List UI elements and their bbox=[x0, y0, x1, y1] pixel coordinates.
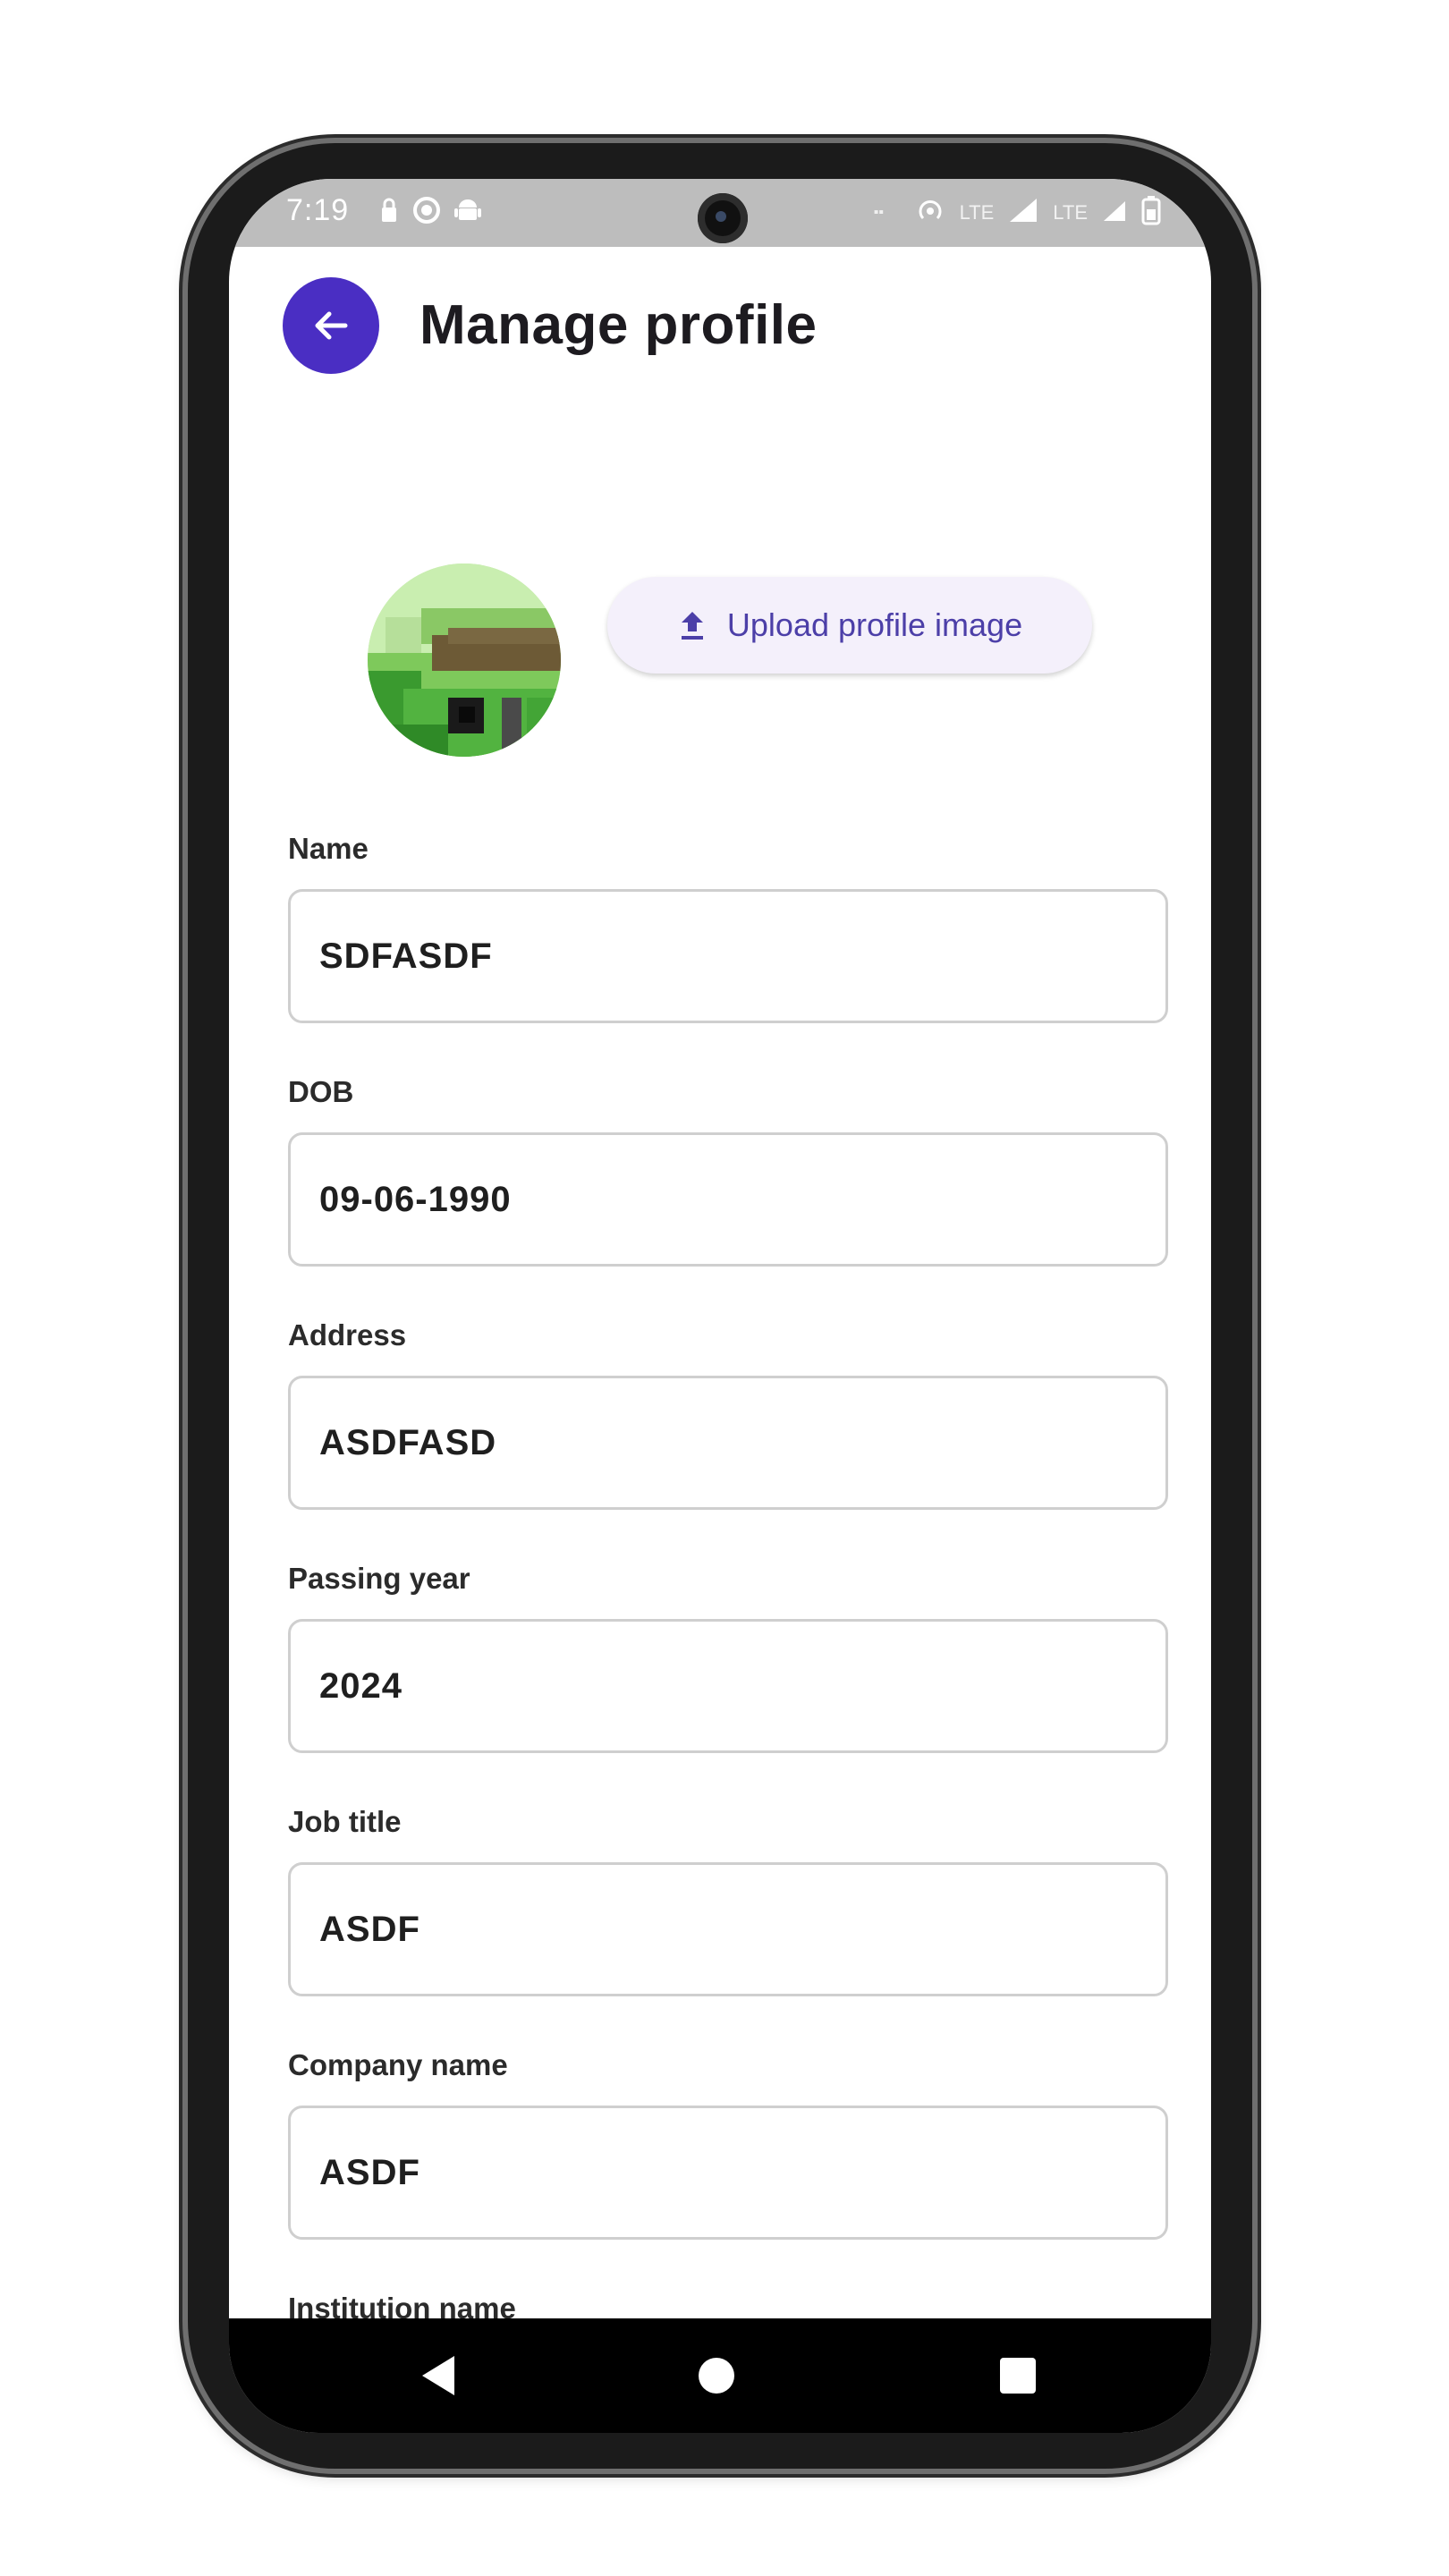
arrow-left-icon bbox=[315, 311, 348, 340]
nav-back-icon[interactable] bbox=[422, 2356, 454, 2395]
whatsapp-icon bbox=[411, 195, 442, 233]
nav-recents-icon[interactable] bbox=[1000, 2358, 1036, 2394]
android-icon bbox=[454, 195, 481, 233]
address-value: ASDFASD bbox=[319, 1422, 497, 1462]
status-time: 7:19 bbox=[286, 193, 350, 227]
lock-icon bbox=[379, 196, 399, 233]
page-title: Manage profile bbox=[419, 294, 818, 356]
status-notification-icons bbox=[379, 195, 481, 233]
screen: 7:19 ▪▪ LTE LTE Manage profile Upload pr… bbox=[229, 179, 1211, 2433]
address-field[interactable]: ASDFASD bbox=[288, 1376, 1168, 1510]
job-title-label: Job title bbox=[288, 1805, 402, 1838]
front-camera bbox=[698, 193, 748, 243]
system-navigation-bar bbox=[229, 2318, 1211, 2433]
company-name-field[interactable]: ASDF bbox=[288, 2106, 1168, 2240]
phone-frame: 7:19 ▪▪ LTE LTE Manage profile Upload pr… bbox=[188, 143, 1252, 2469]
hotspot-icon bbox=[915, 197, 945, 229]
profile-avatar[interactable] bbox=[368, 564, 561, 757]
dob-label: DOB bbox=[288, 1075, 354, 1108]
job-title-value: ASDF bbox=[319, 1909, 420, 1949]
status-bar: 7:19 ▪▪ LTE LTE bbox=[229, 179, 1211, 247]
lte-label: LTE bbox=[959, 201, 995, 224]
passing-year-field[interactable]: 2024 bbox=[288, 1619, 1168, 1753]
passing-year-label: Passing year bbox=[288, 1562, 470, 1595]
dob-field[interactable]: 09-06-1990 bbox=[288, 1132, 1168, 1267]
signal-icon bbox=[1008, 197, 1038, 229]
upload-profile-image-button[interactable]: Upload profile image bbox=[607, 577, 1092, 674]
name-field[interactable]: SDFASDF bbox=[288, 889, 1168, 1023]
volte-icon: ▪▪ bbox=[873, 205, 884, 220]
status-system-icons: ▪▪ LTE LTE bbox=[874, 195, 1161, 231]
upload-icon bbox=[681, 612, 703, 640]
name-value: SDFASDF bbox=[319, 936, 493, 976]
device-mockup: 7:19 ▪▪ LTE LTE Manage profile Upload pr… bbox=[0, 0, 1449, 2576]
battery-icon bbox=[1141, 195, 1161, 231]
name-label: Name bbox=[288, 832, 369, 865]
avatar-image bbox=[368, 564, 561, 757]
upload-button-label: Upload profile image bbox=[726, 606, 1023, 643]
dob-value: 09-06-1990 bbox=[319, 1179, 512, 1219]
signal-icon bbox=[1102, 198, 1127, 228]
back-button[interactable] bbox=[283, 277, 379, 374]
address-label: Address bbox=[288, 1318, 407, 1352]
passing-year-value: 2024 bbox=[319, 1665, 402, 1706]
company-name-value: ASDF bbox=[319, 2152, 420, 2192]
job-title-field[interactable]: ASDF bbox=[288, 1862, 1168, 1996]
nav-home-icon[interactable] bbox=[699, 2358, 734, 2394]
company-name-label: Company name bbox=[288, 2048, 508, 2081]
lte-label: LTE bbox=[1053, 201, 1088, 224]
